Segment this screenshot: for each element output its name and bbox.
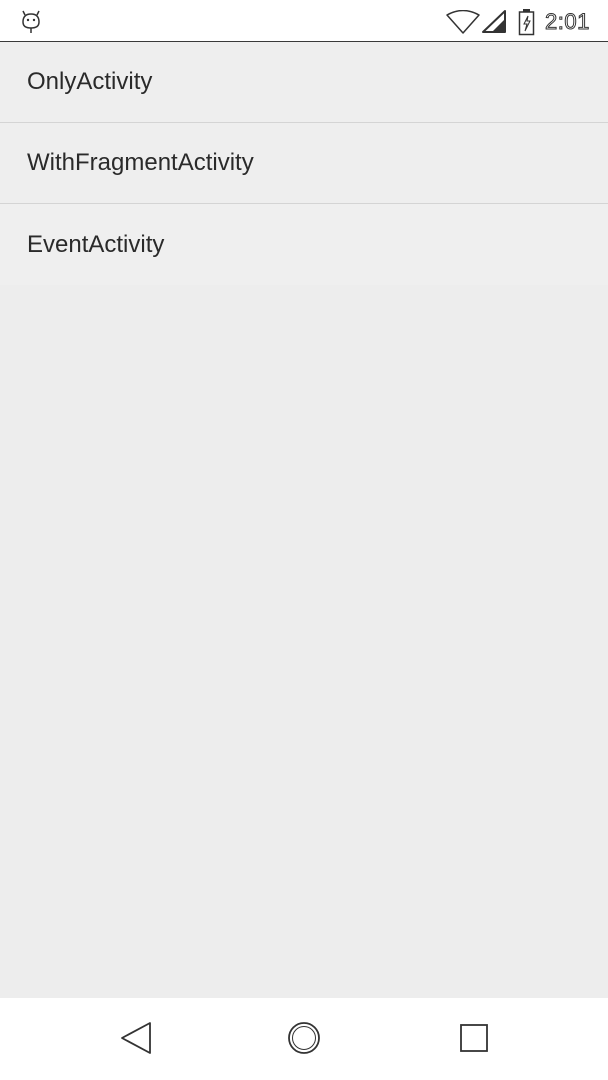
notification-icon (22, 10, 40, 33)
list-item-event-activity[interactable]: EventActivity (0, 204, 608, 285)
screen: 2:01 OnlyActivity WithFragmentActivity E… (0, 0, 608, 1080)
back-icon[interactable] (117, 1018, 157, 1058)
battery-icon (518, 9, 535, 36)
recents-icon[interactable] (454, 1018, 494, 1058)
status-bar: 2:01 (0, 0, 608, 42)
list-item-with-fragment-activity[interactable]: WithFragmentActivity (0, 123, 608, 204)
wifi-icon (446, 10, 480, 34)
status-clock: 2:01 (545, 9, 590, 35)
list-item-label: EventActivity (27, 230, 165, 258)
list-item-label: OnlyActivity (27, 68, 153, 95)
home-icon[interactable] (284, 1018, 324, 1058)
signal-icon (482, 10, 506, 33)
list-item-only-activity[interactable]: OnlyActivity (0, 42, 608, 123)
activity-list: OnlyActivity WithFragmentActivity EventA… (0, 42, 608, 285)
navigation-bar (0, 998, 608, 1080)
list-item-label: WithFragmentActivity (27, 149, 254, 176)
